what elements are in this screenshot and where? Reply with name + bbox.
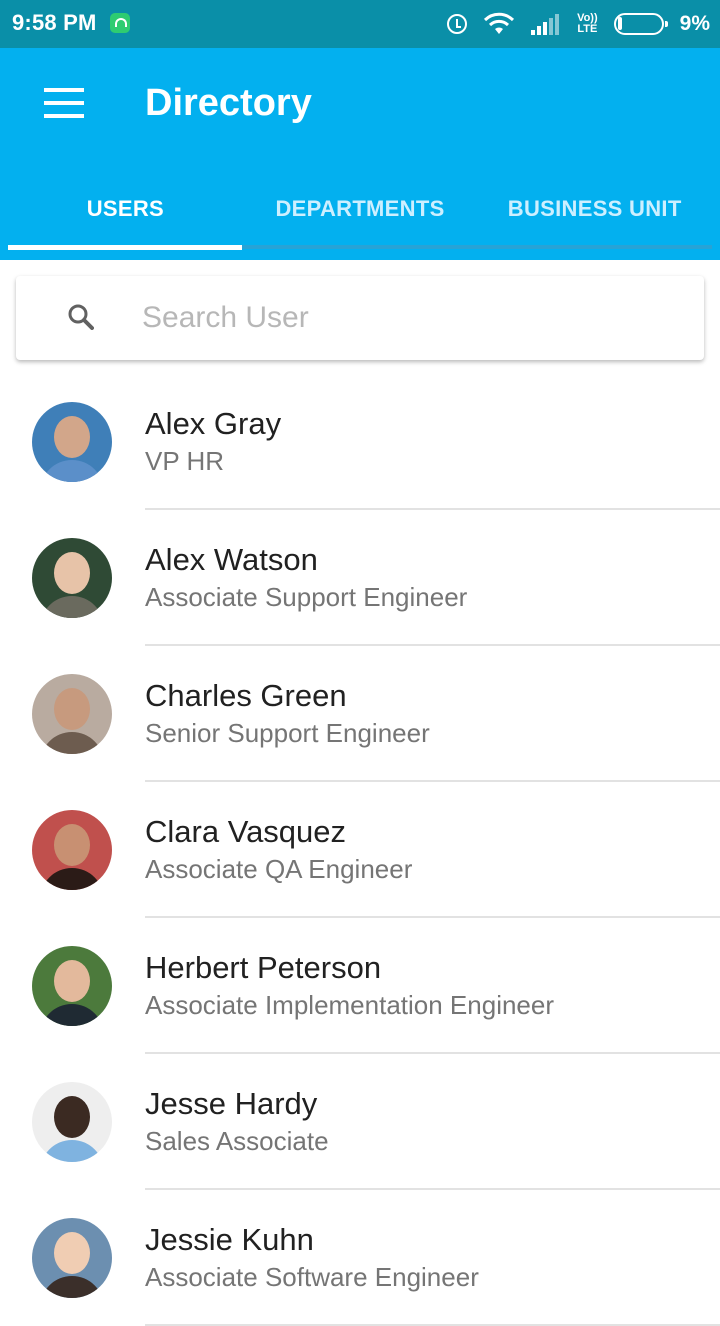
user-role: Associate Software Engineer: [145, 1262, 479, 1292]
list-item[interactable]: Alex Gray VP HR: [0, 374, 720, 510]
user-name: Charles Green: [145, 678, 347, 713]
user-role: Sales Associate: [145, 1126, 329, 1156]
hamburger-menu-icon[interactable]: [44, 88, 84, 118]
tab-departments[interactable]: DEPARTMENTS: [243, 168, 478, 252]
avatar: [32, 674, 112, 754]
battery-icon: [613, 13, 668, 35]
user-role: Associate QA Engineer: [145, 854, 413, 884]
alarm-icon: [447, 14, 468, 34]
user-name: Alex Watson: [145, 542, 318, 577]
user-list: Alex Gray VP HR Alex Watson Associate Su…: [0, 374, 720, 1326]
avatar: [32, 402, 112, 482]
list-item[interactable]: Herbert Peterson Associate Implementatio…: [0, 918, 720, 1054]
user-role: VP HR: [145, 446, 224, 476]
active-tab-indicator: [8, 245, 242, 250]
list-item[interactable]: Charles Green Senior Support Engineer: [0, 646, 720, 782]
lte-label: LTE: [577, 23, 598, 35]
avatar: [32, 1218, 112, 1298]
search-bar[interactable]: [16, 276, 704, 360]
user-name: Clara Vasquez: [145, 814, 347, 849]
status-bar: 9:58 PM Vo)) LTE 9%: [0, 0, 720, 48]
list-item[interactable]: Alex Watson Associate Support Engineer: [0, 510, 720, 646]
user-role: Associate Support Engineer: [145, 582, 468, 612]
list-item[interactable]: Jesse Hardy Sales Associate: [0, 1054, 720, 1190]
avatar: [32, 946, 112, 1026]
user-name: Herbert Peterson: [145, 950, 382, 985]
user-name: Alex Gray: [145, 406, 282, 441]
user-name: Jessie Kuhn: [145, 1222, 314, 1257]
user-role: Associate Implementation Engineer: [145, 990, 555, 1020]
volte-icon: Vo)) LTE: [577, 13, 598, 35]
status-icons: Vo)) LTE 9%: [447, 0, 710, 48]
tab-bar: USERS DEPARTMENTS BUSINESS UNIT: [8, 168, 712, 252]
search-icon: [68, 304, 94, 330]
avatar: [32, 1082, 112, 1162]
search-input[interactable]: [142, 298, 662, 338]
user-role: Senior Support Engineer: [145, 718, 430, 748]
avatar: [32, 538, 112, 618]
notification-icon: [110, 13, 130, 33]
wifi-icon: [484, 12, 515, 34]
tab-users[interactable]: USERS: [8, 168, 243, 252]
user-name: Jesse Hardy: [145, 1086, 318, 1121]
battery-level: [617, 17, 622, 30]
battery-percent: 9%: [679, 12, 710, 35]
signal-icon: [531, 13, 561, 35]
app-bar: Directory USERS DEPARTMENTS BUSINESS UNI…: [0, 48, 720, 260]
list-item[interactable]: Jessie Kuhn Associate Software Engineer: [0, 1190, 720, 1326]
list-item[interactable]: Clara Vasquez Associate QA Engineer: [0, 782, 720, 918]
status-time: 9:58 PM: [12, 10, 97, 35]
page-title: Directory: [145, 82, 312, 124]
tab-business-unit[interactable]: BUSINESS UNIT: [477, 168, 712, 252]
avatar: [32, 810, 112, 890]
